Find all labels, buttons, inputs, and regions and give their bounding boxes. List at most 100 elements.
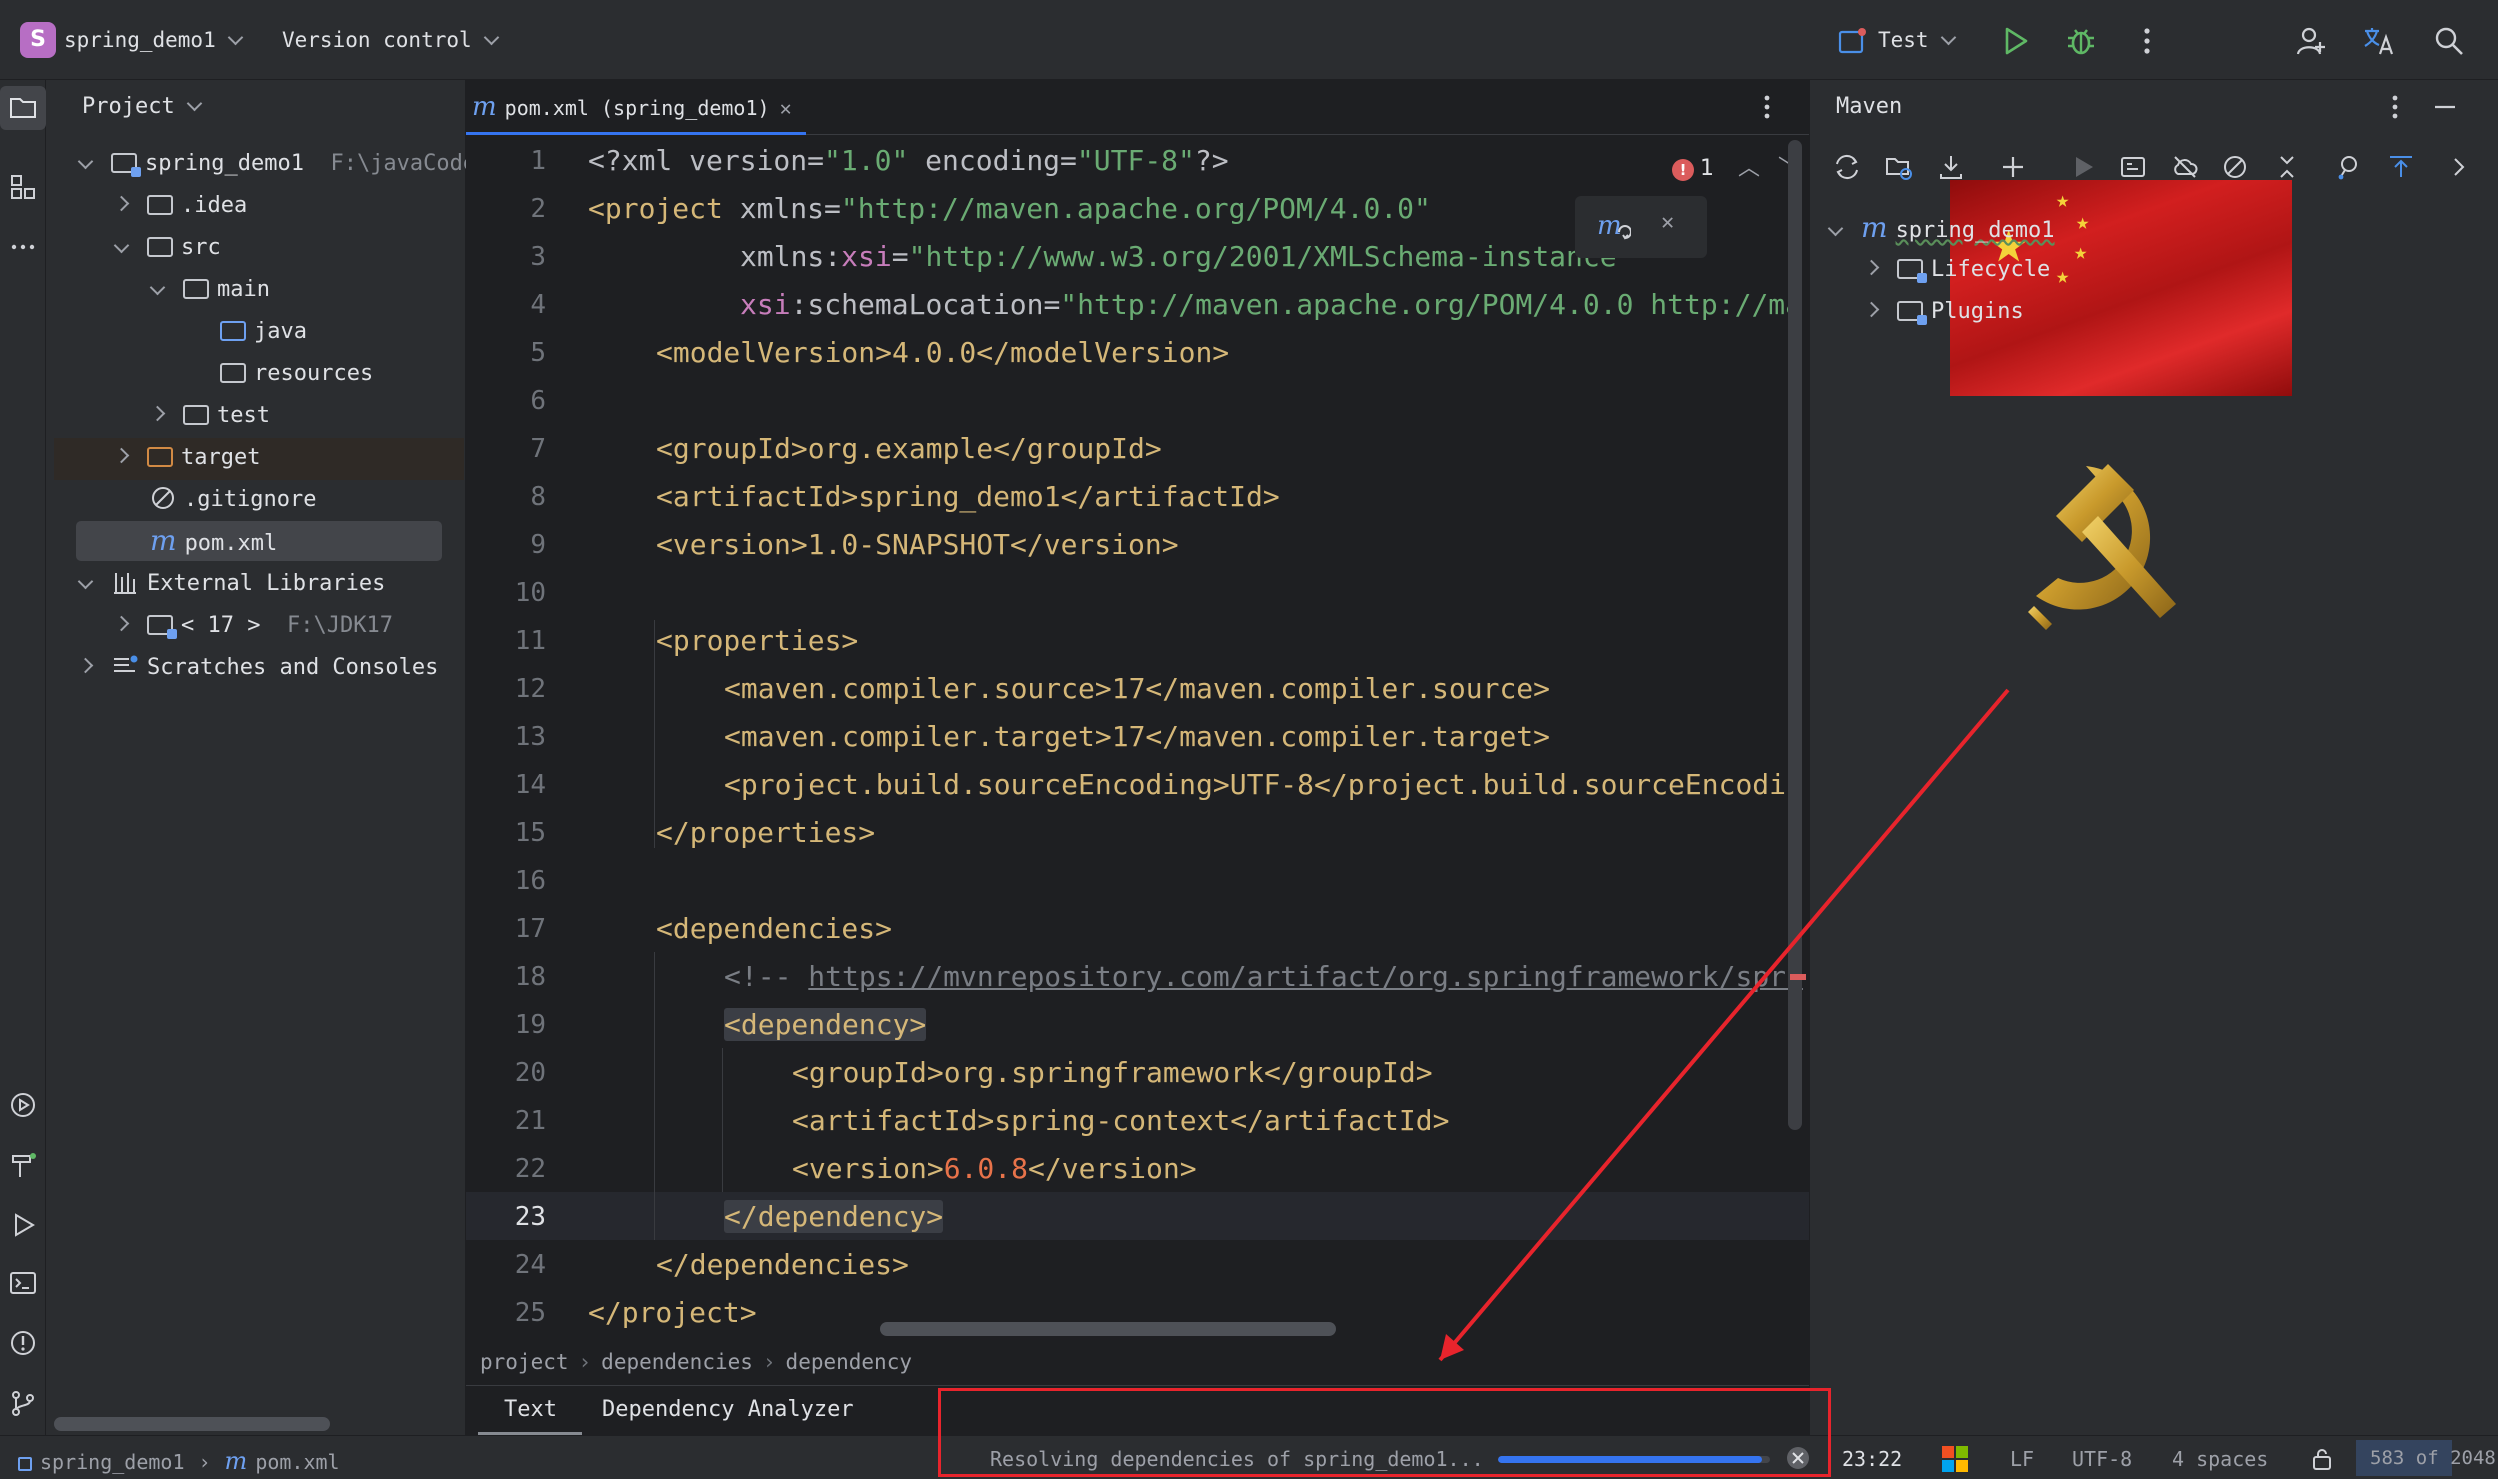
line-number[interactable]: 19 (484, 1001, 546, 1049)
status-breadcrumb-file[interactable]: pom.xml (255, 1450, 339, 1474)
collapse-all-icon[interactable] (2272, 152, 2302, 182)
run-icon[interactable] (1998, 24, 2032, 58)
line-number[interactable]: 6 (484, 377, 546, 425)
line-number[interactable]: 25 (484, 1289, 546, 1337)
project-switcher[interactable]: spring_demo1 (64, 28, 243, 52)
debug-icon[interactable] (2064, 24, 2098, 58)
tab-dependency-analyzer[interactable]: Dependency Analyzer (602, 1397, 854, 1422)
tab-text[interactable]: Text (504, 1397, 557, 1422)
line-number[interactable]: 2 (484, 185, 546, 233)
services-icon[interactable] (8, 1090, 38, 1120)
lock-icon[interactable] (2310, 1447, 2334, 1471)
show-diagram-icon[interactable] (2386, 152, 2416, 182)
line-number[interactable]: 13 (484, 713, 546, 761)
file-encoding[interactable]: UTF-8 (2072, 1447, 2132, 1471)
minimize-icon[interactable] (2430, 92, 2460, 122)
tree-item-gitignore[interactable]: .gitignore (150, 480, 316, 520)
tree-item-test[interactable]: test (149, 396, 270, 436)
analyze-dependencies-icon[interactable] (2334, 152, 2364, 182)
status-breadcrumb-project[interactable]: spring_demo1 (40, 1450, 185, 1474)
tree-item-main[interactable]: main (149, 270, 270, 310)
line-number[interactable]: 14 (484, 761, 546, 809)
project-panel-header[interactable]: Project (82, 94, 202, 119)
tree-item-src[interactable]: src (113, 228, 221, 268)
vcs-menu[interactable]: Version control (282, 28, 499, 52)
code-line-3[interactable]: xmlns:xsi="http://www.w3.org/2001/XMLSch… (740, 233, 1633, 281)
code-line-7[interactable]: <groupId>org.example</groupId> (656, 425, 1162, 473)
tree-item-pom-xml[interactable]: m pom.xml (150, 521, 277, 561)
search-icon[interactable] (2432, 24, 2466, 58)
caret-position[interactable]: 23:22 (1842, 1447, 1902, 1471)
code-line-24[interactable]: </dependencies> (656, 1241, 909, 1289)
code-line-11[interactable]: <properties> (656, 617, 858, 665)
git-icon[interactable] (8, 1388, 38, 1418)
folder-icon[interactable] (8, 92, 38, 122)
execute-goal-icon[interactable] (2118, 152, 2148, 182)
build-icon[interactable] (8, 1150, 38, 1180)
line-number[interactable]: 22 (484, 1145, 546, 1193)
project-badge[interactable]: S (20, 22, 56, 58)
line-number[interactable]: 10 (484, 569, 546, 617)
reload-icon[interactable] (1832, 152, 1862, 182)
line-separator[interactable]: LF (2010, 1447, 2034, 1471)
code-line-21[interactable]: <artifactId>spring-context</artifactId> (792, 1097, 1449, 1145)
tree-item-idea[interactable]: .idea (113, 186, 247, 226)
line-number[interactable]: 9 (484, 521, 546, 569)
maven-reload-icon[interactable]: m (1597, 212, 1631, 242)
more-horizontal-icon[interactable] (8, 232, 38, 262)
maven-tree-plugins[interactable]: Plugins (1863, 292, 2024, 332)
breadcrumb-item[interactable]: dependency (786, 1350, 912, 1374)
chevron-up-icon[interactable]: ︿ (1738, 156, 1760, 181)
breadcrumb-item[interactable]: project (480, 1350, 569, 1374)
reload-folder-icon[interactable] (1884, 152, 1914, 182)
code-line-2[interactable]: <project xmlns="http://maven.apache.org/… (588, 185, 1431, 233)
code-line-5[interactable]: <modelVersion>4.0.0</modelVersion> (656, 329, 1229, 377)
code-line-19[interactable]: <dependency> (724, 1001, 927, 1049)
add-icon[interactable] (1998, 152, 2028, 182)
line-number[interactable]: 5 (484, 329, 546, 377)
code-line-8[interactable]: <artifactId>spring_demo1</artifactId> (656, 473, 1280, 521)
more-vertical-icon[interactable] (2130, 24, 2164, 58)
code-line-23[interactable]: </dependency> (724, 1193, 944, 1241)
code-line-9[interactable]: <version>1.0-SNAPSHOT</version> (656, 521, 1179, 569)
tree-item-spring-demo1[interactable]: spring_demo1 F:\javaCode (77, 144, 476, 184)
run-maven-icon[interactable] (2068, 152, 2098, 182)
maven-tree-lifecycle[interactable]: Lifecycle (1863, 250, 2050, 290)
download-icon[interactable] (1936, 152, 1966, 182)
more-vertical-icon[interactable] (1752, 92, 1782, 122)
line-number[interactable]: 20 (484, 1049, 546, 1097)
indent-setting[interactable]: 4 spaces (2172, 1447, 2268, 1471)
code-line-4[interactable]: xsi:schemaLocation="http://maven.apache.… (740, 281, 1804, 329)
line-number[interactable]: 1 (484, 137, 546, 185)
close-icon[interactable]: ✕ (780, 96, 792, 120)
memory-indicator[interactable]: 583 of 2048 (2370, 1447, 2496, 1469)
structure-icon[interactable] (8, 172, 38, 202)
code-line-25[interactable]: </project> (588, 1289, 757, 1337)
terminal-icon[interactable] (8, 1268, 38, 1298)
code-line-15[interactable]: </properties> (656, 809, 875, 857)
tree-item-resources[interactable]: resources (220, 354, 373, 394)
line-number[interactable]: 4 (484, 281, 546, 329)
tree-item-java[interactable]: java (220, 312, 307, 352)
tree-item-target[interactable]: target (113, 438, 260, 478)
line-number[interactable]: 12 (484, 665, 546, 713)
line-number[interactable]: 24 (484, 1241, 546, 1289)
more-vertical-icon[interactable] (2380, 92, 2410, 122)
line-number[interactable]: 17 (484, 905, 546, 953)
breadcrumb-item[interactable]: dependencies (601, 1350, 753, 1374)
run-tool-icon[interactable] (8, 1210, 38, 1240)
run-config-selector[interactable]: Test (1878, 28, 1956, 52)
line-number[interactable]: 21 (484, 1097, 546, 1145)
tree-item-scratches[interactable]: Scratches and Consoles (77, 648, 438, 688)
chevron-right-icon[interactable] (2444, 152, 2474, 182)
line-number[interactable]: 15 (484, 809, 546, 857)
maven-tree-project[interactable]: m spring_demo1 (1827, 208, 2055, 248)
line-number[interactable]: 7 (484, 425, 546, 473)
line-number[interactable]: 3 (484, 233, 546, 281)
line-number[interactable]: 23 (484, 1193, 546, 1241)
tree-item-external-libraries[interactable]: External Libraries (77, 564, 385, 604)
code-line-20[interactable]: <groupId>org.springframework</groupId> (792, 1049, 1433, 1097)
line-number[interactable]: 18 (484, 953, 546, 1001)
line-number[interactable]: 11 (484, 617, 546, 665)
code-line-1[interactable]: <?xml version="1.0" encoding="UTF-8"?> (588, 137, 1229, 185)
